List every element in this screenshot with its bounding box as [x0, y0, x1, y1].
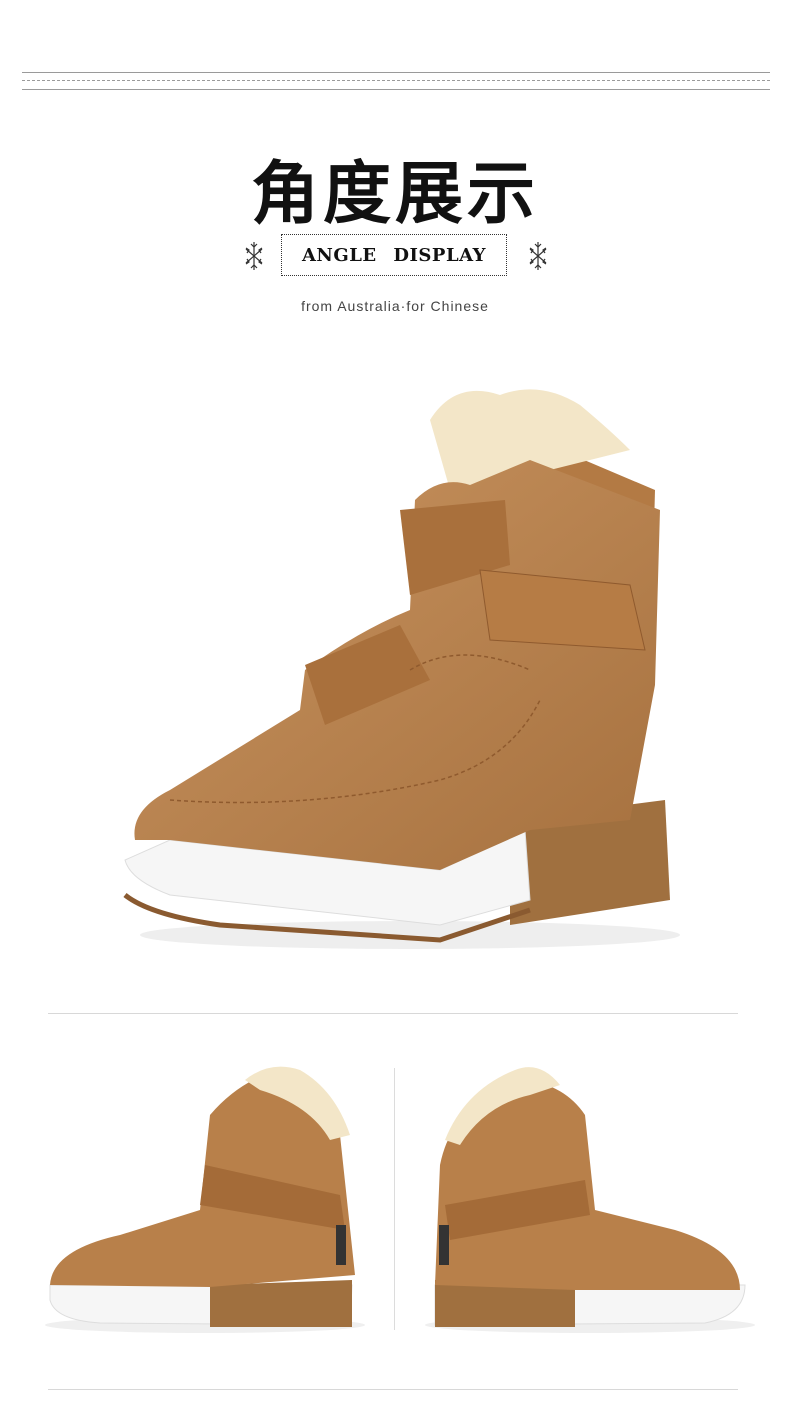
section-title: 角度展示	[250, 155, 539, 234]
subtitle: from Australia·for Chinese	[301, 298, 489, 314]
snowflake-icon	[245, 242, 263, 270]
top-dashed-rule	[22, 80, 770, 81]
snowflake-icon	[529, 242, 547, 270]
boot-photo-inner-side	[425, 1067, 755, 1333]
section-divider-bottom	[48, 1389, 738, 1390]
boot-photo-outer-side	[45, 1066, 365, 1333]
image-divider	[394, 1068, 395, 1330]
boot-photo-main	[123, 389, 680, 949]
top-solid-rule	[22, 72, 770, 73]
top-solid-rule-lower	[22, 89, 770, 90]
section-divider	[48, 1013, 738, 1014]
angle-display-badge: ANGLE DISPLAY	[281, 234, 507, 276]
